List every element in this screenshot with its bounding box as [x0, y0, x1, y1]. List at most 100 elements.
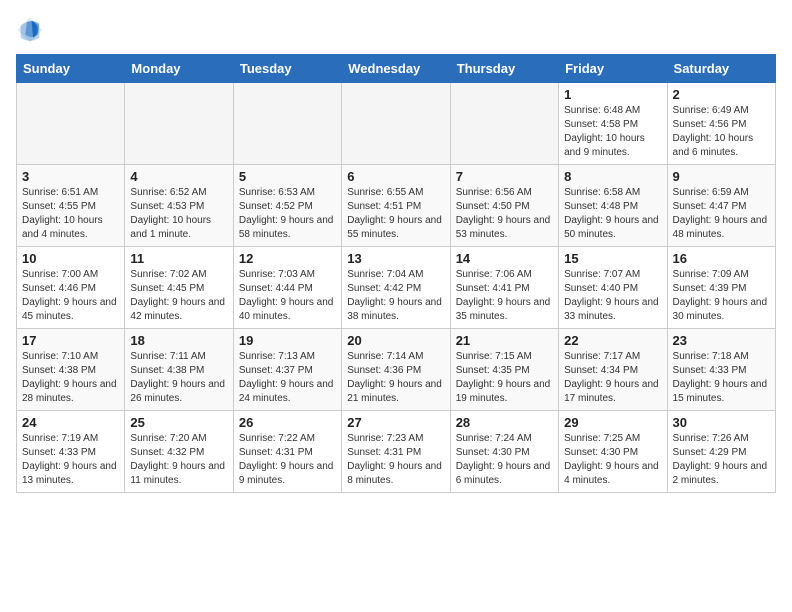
- day-info: Sunrise: 7:00 AMSunset: 4:46 PMDaylight:…: [22, 268, 119, 324]
- day-cell: 1 Sunrise: 6:48 AMSunset: 4:58 PMDaylight…: [559, 83, 667, 165]
- day-number: 3: [22, 169, 119, 184]
- day-cell: 21Sunrise: 7:15 AMSunset: 4:35 PMDayligh…: [450, 329, 558, 411]
- day-cell: 30Sunrise: 7:26 AMSunset: 4:29 PMDayligh…: [667, 411, 775, 493]
- day-cell: 18 Sunrise: 7:11 AMSunset: 4:38 PMDayligh…: [125, 329, 233, 411]
- logo: [16, 16, 48, 44]
- day-info: Sunrise: 6:48 AMSunset: 4:58 PMDaylight:…: [564, 104, 661, 160]
- day-number: 4: [130, 169, 227, 184]
- day-number: 13: [347, 251, 444, 266]
- day-info: Sunrise: 7:17 AMSunset: 4:34 PMDaylight:…: [564, 350, 661, 406]
- day-info: Sunrise: 6:58 AMSunset: 4:48 PMDaylight:…: [564, 186, 661, 242]
- column-header-monday: Monday: [125, 55, 233, 83]
- day-info: Sunrise: 6:59 AMSunset: 4:47 PMDaylight:…: [673, 186, 770, 242]
- day-cell: 22Sunrise: 7:17 AMSunset: 4:34 PMDayligh…: [559, 329, 667, 411]
- day-number: 10: [22, 251, 119, 266]
- day-cell: 14 Sunrise: 7:06 AMSunset: 4:41 PMDayligh…: [450, 247, 558, 329]
- day-info: Sunrise: 6:49 AMSunset: 4:56 PMDaylight:…: [673, 104, 770, 160]
- day-number: 23: [673, 333, 770, 348]
- day-info: Sunrise: 7:07 AMSunset: 4:40 PMDaylight:…: [564, 268, 661, 324]
- day-number: 6: [347, 169, 444, 184]
- day-cell: 8 Sunrise: 6:58 AMSunset: 4:48 PMDaylight…: [559, 165, 667, 247]
- day-info: Sunrise: 7:23 AMSunset: 4:31 PMDaylight:…: [347, 432, 444, 488]
- week-row-3: 10 Sunrise: 7:00 AMSunset: 4:46 PMDayligh…: [17, 247, 776, 329]
- day-cell: 12Sunrise: 7:03 AMSunset: 4:44 PMDayligh…: [233, 247, 341, 329]
- day-number: 20: [347, 333, 444, 348]
- day-number: 18: [130, 333, 227, 348]
- column-header-sunday: Sunday: [17, 55, 125, 83]
- day-cell: 26 Sunrise: 7:22 AMSunset: 4:31 PMDayligh…: [233, 411, 341, 493]
- day-cell: 19 Sunrise: 7:13 AMSunset: 4:37 PMDayligh…: [233, 329, 341, 411]
- day-info: Sunrise: 7:04 AMSunset: 4:42 PMDaylight:…: [347, 268, 444, 324]
- day-cell: 16 Sunrise: 7:09 AMSunset: 4:39 PMDayligh…: [667, 247, 775, 329]
- week-row-4: 17 Sunrise: 7:10 AMSunset: 4:38 PMDayligh…: [17, 329, 776, 411]
- day-info: Sunrise: 7:11 AMSunset: 4:38 PMDaylight:…: [130, 350, 227, 406]
- day-info: Sunrise: 7:20 AMSunset: 4:32 PMDaylight:…: [130, 432, 227, 488]
- day-cell: [342, 83, 450, 165]
- day-cell: [17, 83, 125, 165]
- day-info: Sunrise: 7:10 AMSunset: 4:38 PMDaylight:…: [22, 350, 119, 406]
- day-number: 24: [22, 415, 119, 430]
- day-info: Sunrise: 6:55 AMSunset: 4:51 PMDaylight:…: [347, 186, 444, 242]
- calendar-table: SundayMondayTuesdayWednesdayThursdayFrid…: [16, 54, 776, 493]
- day-info: Sunrise: 7:22 AMSunset: 4:31 PMDaylight:…: [239, 432, 336, 488]
- column-header-wednesday: Wednesday: [342, 55, 450, 83]
- column-header-friday: Friday: [559, 55, 667, 83]
- column-header-tuesday: Tuesday: [233, 55, 341, 83]
- week-row-2: 3 Sunrise: 6:51 AMSunset: 4:55 PMDaylight…: [17, 165, 776, 247]
- day-number: 27: [347, 415, 444, 430]
- day-info: Sunrise: 6:56 AMSunset: 4:50 PMDaylight:…: [456, 186, 553, 242]
- day-cell: 29Sunrise: 7:25 AMSunset: 4:30 PMDayligh…: [559, 411, 667, 493]
- day-info: Sunrise: 7:06 AMSunset: 4:41 PMDaylight:…: [456, 268, 553, 324]
- day-info: Sunrise: 7:18 AMSunset: 4:33 PMDaylight:…: [673, 350, 770, 406]
- day-number: 16: [673, 251, 770, 266]
- day-cell: 10 Sunrise: 7:00 AMSunset: 4:46 PMDayligh…: [17, 247, 125, 329]
- logo-icon: [16, 16, 44, 44]
- day-cell: 9 Sunrise: 6:59 AMSunset: 4:47 PMDaylight…: [667, 165, 775, 247]
- day-cell: 24 Sunrise: 7:19 AMSunset: 4:33 PMDayligh…: [17, 411, 125, 493]
- day-cell: 11 Sunrise: 7:02 AMSunset: 4:45 PMDayligh…: [125, 247, 233, 329]
- day-number: 17: [22, 333, 119, 348]
- day-number: 12: [239, 251, 336, 266]
- day-cell: 17 Sunrise: 7:10 AMSunset: 4:38 PMDayligh…: [17, 329, 125, 411]
- day-cell: 6 Sunrise: 6:55 AMSunset: 4:51 PMDaylight…: [342, 165, 450, 247]
- day-number: 25: [130, 415, 227, 430]
- day-number: 26: [239, 415, 336, 430]
- day-cell: [125, 83, 233, 165]
- day-info: Sunrise: 7:24 AMSunset: 4:30 PMDaylight:…: [456, 432, 553, 488]
- day-cell: 27 Sunrise: 7:23 AMSunset: 4:31 PMDayligh…: [342, 411, 450, 493]
- day-cell: 3 Sunrise: 6:51 AMSunset: 4:55 PMDaylight…: [17, 165, 125, 247]
- day-cell: 5 Sunrise: 6:53 AMSunset: 4:52 PMDaylight…: [233, 165, 341, 247]
- day-info: Sunrise: 6:51 AMSunset: 4:55 PMDaylight:…: [22, 186, 119, 242]
- day-info: Sunrise: 7:25 AMSunset: 4:30 PMDaylight:…: [564, 432, 661, 488]
- day-cell: 4 Sunrise: 6:52 AMSunset: 4:53 PMDaylight…: [125, 165, 233, 247]
- day-info: Sunrise: 6:52 AMSunset: 4:53 PMDaylight:…: [130, 186, 227, 242]
- day-cell: [233, 83, 341, 165]
- week-row-1: 1 Sunrise: 6:48 AMSunset: 4:58 PMDaylight…: [17, 83, 776, 165]
- day-info: Sunrise: 7:09 AMSunset: 4:39 PMDaylight:…: [673, 268, 770, 324]
- day-number: 8: [564, 169, 661, 184]
- day-number: 9: [673, 169, 770, 184]
- day-number: 15: [564, 251, 661, 266]
- day-number: 1: [564, 87, 661, 102]
- day-info: Sunrise: 7:14 AMSunset: 4:36 PMDaylight:…: [347, 350, 444, 406]
- day-cell: 20 Sunrise: 7:14 AMSunset: 4:36 PMDayligh…: [342, 329, 450, 411]
- day-number: 14: [456, 251, 553, 266]
- header-row: SundayMondayTuesdayWednesdayThursdayFrid…: [17, 55, 776, 83]
- day-info: Sunrise: 7:19 AMSunset: 4:33 PMDaylight:…: [22, 432, 119, 488]
- column-header-thursday: Thursday: [450, 55, 558, 83]
- day-number: 7: [456, 169, 553, 184]
- day-number: 11: [130, 251, 227, 266]
- day-number: 19: [239, 333, 336, 348]
- day-number: 2: [673, 87, 770, 102]
- day-number: 5: [239, 169, 336, 184]
- week-row-5: 24 Sunrise: 7:19 AMSunset: 4:33 PMDayligh…: [17, 411, 776, 493]
- day-cell: 15 Sunrise: 7:07 AMSunset: 4:40 PMDayligh…: [559, 247, 667, 329]
- day-cell: 7 Sunrise: 6:56 AMSunset: 4:50 PMDaylight…: [450, 165, 558, 247]
- day-info: Sunrise: 6:53 AMSunset: 4:52 PMDaylight:…: [239, 186, 336, 242]
- day-cell: 25 Sunrise: 7:20 AMSunset: 4:32 PMDayligh…: [125, 411, 233, 493]
- day-cell: 23 Sunrise: 7:18 AMSunset: 4:33 PMDayligh…: [667, 329, 775, 411]
- day-info: Sunrise: 7:15 AMSunset: 4:35 PMDaylight:…: [456, 350, 553, 406]
- day-info: Sunrise: 7:13 AMSunset: 4:37 PMDaylight:…: [239, 350, 336, 406]
- day-info: Sunrise: 7:02 AMSunset: 4:45 PMDaylight:…: [130, 268, 227, 324]
- day-cell: [450, 83, 558, 165]
